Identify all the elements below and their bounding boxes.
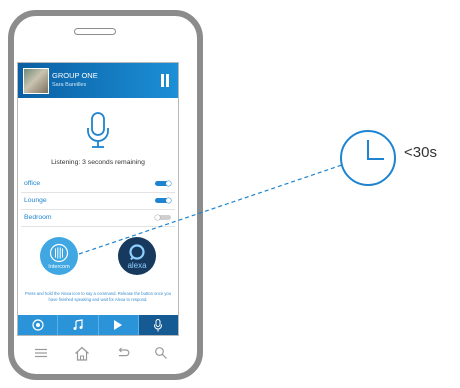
album-art	[23, 68, 49, 94]
menu-icon[interactable]	[34, 346, 48, 360]
room-label: Bedroom	[24, 214, 52, 221]
microphone-icon	[87, 112, 109, 148]
room-row-bedroom[interactable]: Bedroom	[21, 210, 175, 227]
now-playing-bar[interactable]: GROUP ONE Sara Bareilles	[18, 63, 178, 98]
room-toggle-bedroom[interactable]	[155, 215, 171, 220]
tab-bar	[18, 315, 178, 335]
alexa-button[interactable]: alexa	[118, 237, 156, 275]
phone-speaker	[74, 28, 116, 35]
music-note-icon	[73, 319, 83, 330]
room-toggle-lounge[interactable]	[155, 198, 171, 203]
instructions-text: Press and hold the Alexa icon to say a c…	[24, 291, 172, 302]
room-row-lounge[interactable]: Lounge	[21, 193, 175, 210]
room-toggle-office[interactable]	[155, 181, 171, 186]
time-limit-label: <30s	[404, 144, 437, 161]
tab-music[interactable]	[58, 315, 99, 335]
speaker-icon	[32, 319, 44, 331]
play-icon	[114, 320, 123, 330]
microphone-icon	[154, 318, 163, 331]
room-label: Lounge	[24, 197, 47, 204]
tab-speaker[interactable]	[18, 315, 59, 335]
listening-status: Listening: 3 seconds remaining	[51, 159, 145, 166]
artist-name: Sara Bareilles	[52, 82, 87, 88]
tab-voice[interactable]	[138, 315, 178, 335]
search-icon[interactable]	[154, 346, 168, 360]
clock-icon	[340, 130, 396, 186]
home-icon[interactable]	[74, 346, 90, 361]
alexa-icon	[129, 243, 145, 260]
phone-nav-bar	[26, 346, 176, 362]
back-icon[interactable]	[116, 346, 130, 360]
room-label: office	[24, 180, 41, 187]
tab-play[interactable]	[98, 315, 139, 335]
alexa-label: alexa	[127, 260, 147, 270]
pause-icon[interactable]	[160, 74, 170, 87]
intercom-icon	[49, 243, 69, 262]
room-row-office[interactable]: office	[21, 176, 175, 193]
group-name: GROUP ONE	[52, 71, 98, 80]
app-screen: GROUP ONE Sara Bareilles Listening: 3 se…	[17, 62, 179, 336]
intercom-button[interactable]: Intercom	[40, 237, 78, 275]
intercom-label: Intercom	[48, 263, 70, 270]
